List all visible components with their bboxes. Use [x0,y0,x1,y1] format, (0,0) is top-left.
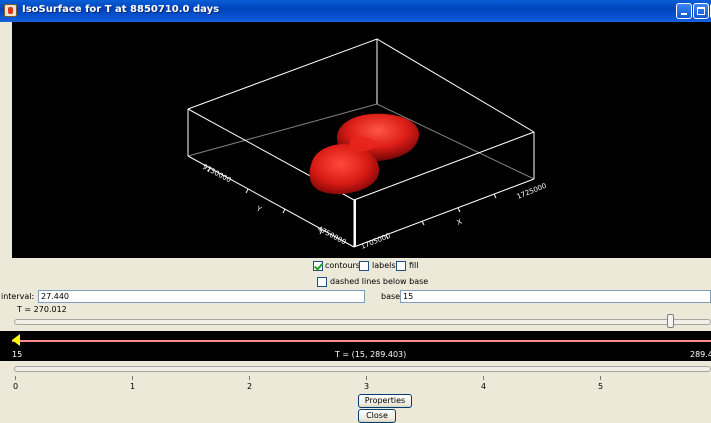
dashed-lines-checkbox[interactable] [317,277,327,287]
animation-position-marker[interactable] [12,334,20,346]
timestep-tick [366,376,367,380]
timestep-tick-label: 0 [13,382,19,391]
timestep-tick-label: 5 [598,382,604,391]
animation-min-label: 15 [12,350,23,359]
minimize-icon [681,13,687,15]
axis-label-y-bottom: 4750000 [316,225,347,247]
maximize-button[interactable] [693,3,709,19]
properties-button[interactable]: Properties [358,394,412,408]
axis-label-x-left: 1705000 [360,232,392,251]
timestep-tick [15,376,16,380]
timestep-tick-label: 3 [364,382,370,391]
contour-settings: interval: 27.440 base: 15 [0,290,711,304]
timestep-tick [249,376,250,380]
interval-label: interval: [1,292,35,301]
dashed-lines-label[interactable]: dashed lines below base [330,277,428,286]
timestep-tick [483,376,484,380]
animation-widget[interactable]: 15 T = (15, 289.403) 289.4 [0,331,711,361]
title-bar[interactable]: IsoSurface for T at 8850710.0 days [0,0,711,22]
contours-checkbox[interactable] [313,261,323,271]
java-app-icon [4,4,17,17]
maximize-icon [697,7,705,15]
interval-field[interactable]: 27.440 [38,290,365,303]
t-value-label: T = 270.012 [17,305,67,314]
timestep-tick [600,376,601,380]
fill-label[interactable]: fill [409,261,418,270]
timestep-tick-label: 2 [247,382,253,391]
timestep-slider[interactable] [14,366,711,372]
window-title: IsoSurface for T at 8850710.0 days [22,4,220,15]
animation-line [12,340,711,342]
fill-checkbox[interactable] [396,261,406,271]
display-options: contours labels fill dashed lines below … [0,258,711,292]
animation-max-label: 289.4 [690,350,711,359]
contours-label[interactable]: contours [325,261,360,270]
axis-label-x-letter: X [456,218,464,227]
timestep-tick-label: 4 [481,382,487,391]
base-field[interactable]: 15 [400,290,711,303]
3d-viewport[interactable]: 9750000 Y 4750000 1705000 X 1725000 [12,22,711,258]
t-value-slider-thumb[interactable] [666,314,674,328]
isosurface-render: 9750000 Y 4750000 1705000 X 1725000 [187,38,548,251]
labels-label[interactable]: labels [372,261,396,270]
t-value-slider[interactable] [14,319,711,325]
labels-checkbox[interactable] [359,261,369,271]
isosurface-window: IsoSurface for T at 8850710.0 days 97500… [0,0,711,423]
minimize-button[interactable] [676,3,692,19]
axis-label-y-left: 9750000 [201,163,232,185]
timestep-tick [132,376,133,380]
timestep-tick-label: 1 [130,382,136,391]
axis-label-y-letter: Y [254,204,263,214]
animation-range-label: T = (15, 289.403) [335,350,407,359]
